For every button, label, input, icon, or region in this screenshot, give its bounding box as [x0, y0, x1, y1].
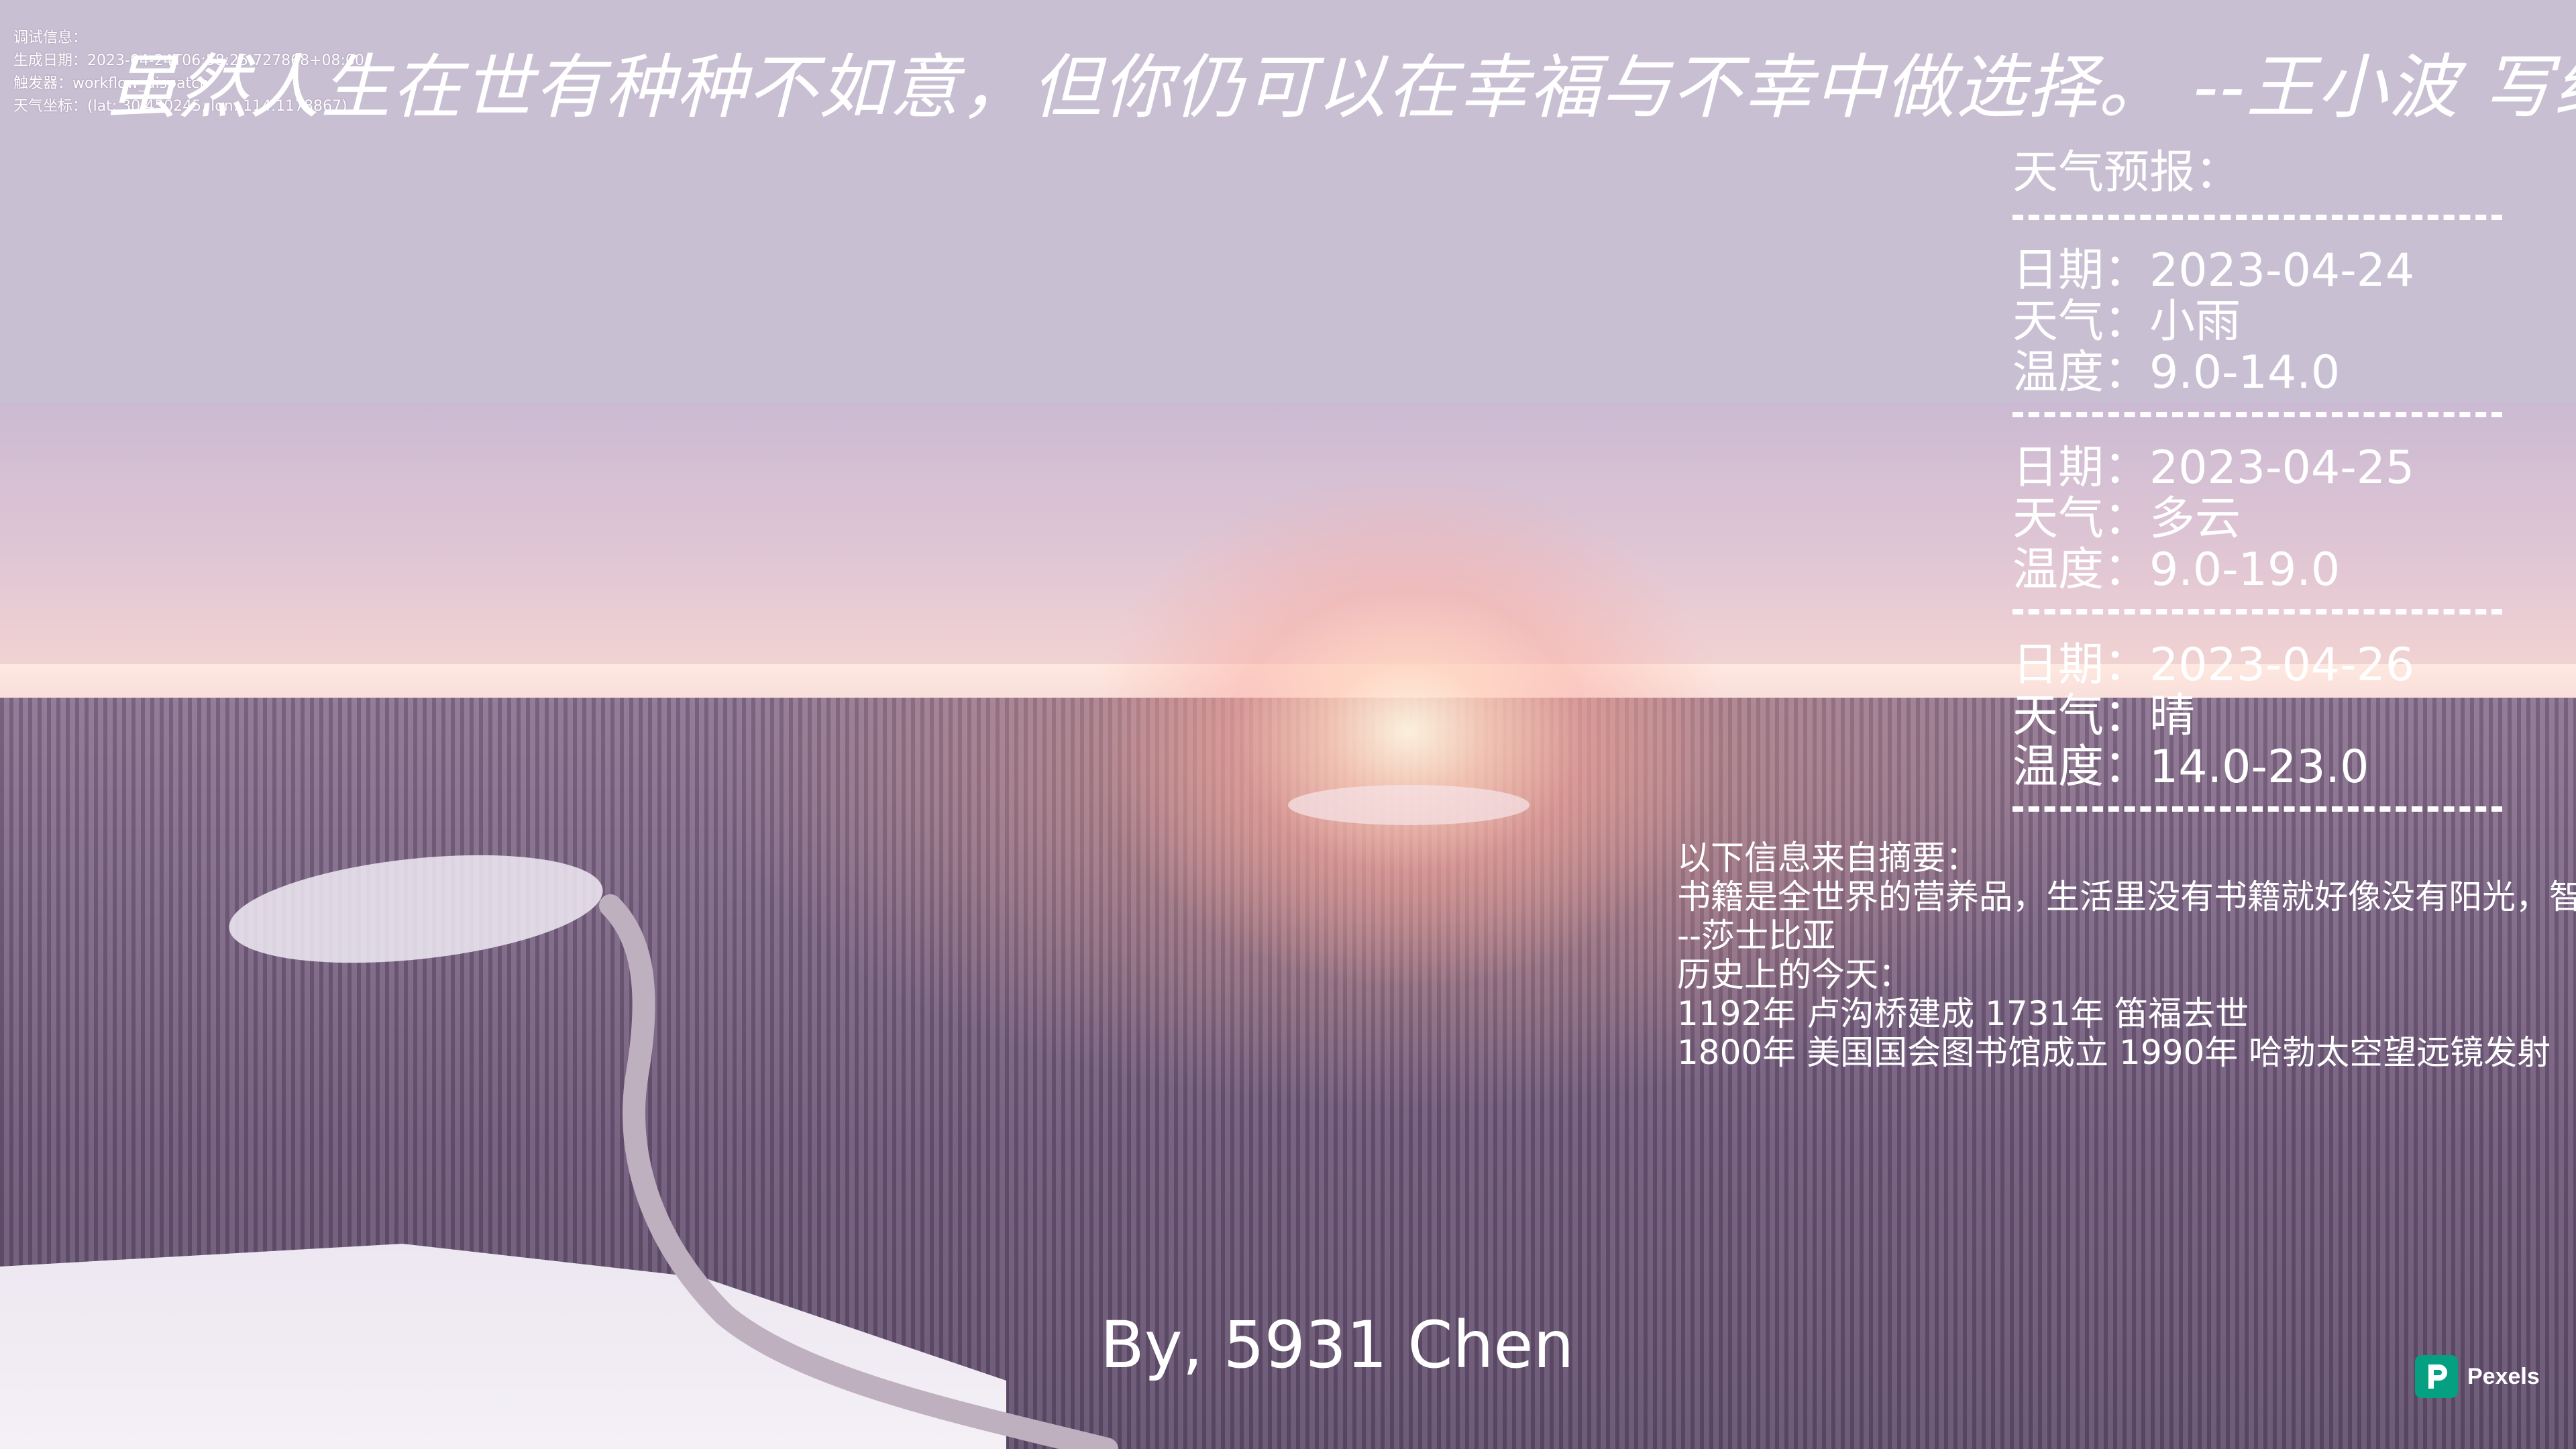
history-title: 历史上的今天： — [1677, 955, 1912, 994]
forecast-day: 日期：2023-04-25 天气：多云 温度：9.0-19.0 — [2012, 443, 2502, 596]
pexels-label: Pexels — [2467, 1363, 2540, 1389]
forecast-date: 日期：2023-04-25 — [2012, 441, 2415, 494]
weather-title: 天气预报： — [2012, 146, 2241, 199]
info-source: 以下信息来自摘要： — [1677, 839, 1979, 877]
history-line: 1800年 美国国会图书馆成立 1990年 哈勃太空望远镜发射 — [1677, 1033, 2551, 1072]
history-line: 1192年 卢沟桥建成 1731年 笛福去世 — [1677, 994, 2249, 1033]
pexels-watermark: Pexels — [2415, 1355, 2540, 1398]
forecast-condition: 天气：小雨 — [2012, 295, 2241, 348]
wallpaper: 调试信息： 生成日期：2023-04-24T06:58:25.727868+08… — [0, 0, 2576, 1449]
forecast-day: 日期：2023-04-24 天气：小雨 温度：9.0-14.0 — [2012, 246, 2502, 398]
forecast-day: 日期：2023-04-26 天气：晴 温度：14.0-23.0 — [2012, 640, 2502, 793]
book-quote-author: --莎士比亚 — [1677, 916, 1836, 955]
divider — [2012, 609, 2502, 614]
book-quote: 书籍是全世界的营养品，生活里没有书籍就好像没有阳光，智慧里没有书籍就好像鸟儿没有… — [1677, 877, 2576, 916]
divider — [2012, 806, 2502, 812]
divider — [2012, 412, 2502, 417]
forecast-date: 日期：2023-04-24 — [2012, 244, 2415, 297]
daily-quote: 虽然人生在世有种种不如意，但你仍可以在幸福与不幸中做选择。 --王小波 写给新的… — [107, 46, 2576, 128]
sun-glow — [1087, 470, 1731, 993]
author-signature: By, 5931 Chen — [1100, 1307, 1574, 1383]
forecast-temperature: 温度：9.0-19.0 — [2012, 543, 2341, 596]
forecast-temperature: 温度：14.0-23.0 — [2012, 741, 2369, 794]
forecast-condition: 天气：晴 — [2012, 690, 2196, 743]
divider — [2012, 215, 2502, 220]
forecast-condition: 天气：多云 — [2012, 492, 2241, 545]
forecast-temperature: 温度：9.0-14.0 — [2012, 346, 2341, 399]
info-panel: 以下信息来自摘要： 书籍是全世界的营养品，生活里没有书籍就好像没有阳光，智慧里没… — [1677, 839, 2576, 1072]
forecast-date: 日期：2023-04-26 — [2012, 639, 2415, 692]
pexels-logo-icon — [2415, 1355, 2458, 1398]
snow-clearing — [1288, 785, 1529, 825]
weather-forecast: 天气预报： 日期：2023-04-24 天气：小雨 温度：9.0-14.0 日期… — [2012, 148, 2502, 837]
